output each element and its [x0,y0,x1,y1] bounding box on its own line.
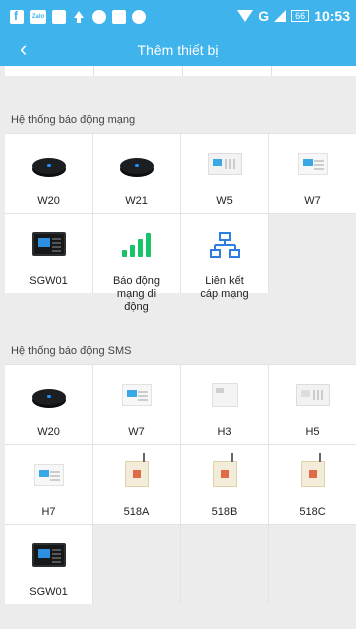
upload-icon [72,10,86,24]
device-tile-h5[interactable]: H5 [269,365,356,444]
empty-slot [269,525,356,604]
device-label: SGW01 [29,275,68,287]
device-label: W20 [37,195,60,207]
device-tile-w7-sms[interactable]: W7 [93,365,180,444]
eye-icon [132,10,146,24]
cell-signal-icon [274,10,287,22]
sms-device-grid: W20 W7 H3 H5 H7 518A 518B 518C SGW01 [5,364,356,604]
device-tile-h7[interactable]: H7 [5,445,92,524]
system-indicators: G 66 10:53 [237,8,350,24]
section-title-sms: Hệ thống báo động SMS [11,345,132,357]
empty-slot [181,525,268,604]
device-label: 518A [123,506,150,518]
facebook-icon [10,9,24,24]
device-label: W20 [37,426,60,438]
device-label: W5 [216,195,233,207]
device-label: Liên kết cáp mạng [200,275,249,300]
device-label: SGW01 [29,586,68,598]
device-tile-sgw01[interactable]: SGW01 [5,214,92,293]
device-tile-518c[interactable]: 518C [269,445,356,524]
panel-h3-icon [211,383,238,407]
status-bar: Zalo G 66 10:53 [0,0,356,34]
page-title: Thêm thiết bị [137,42,219,58]
gsm-box-icon [124,453,149,487]
device-label: H3 [217,426,232,438]
panel-white-icon [207,153,242,175]
zalo-icon: Zalo [30,10,46,24]
hub-icon [119,158,154,174]
device-tile-518a[interactable]: 518A [93,445,180,524]
scrolled-row-remnant [5,66,356,76]
device-label: W7 [304,195,321,207]
empty-slot [269,214,356,293]
device-tile-w5[interactable]: W5 [181,134,268,213]
device-label: W21 [125,195,148,207]
device-label: H7 [41,506,56,518]
app-bar: ‹ Thêm thiết bị [0,34,356,66]
signal-bars-icon [120,231,154,257]
device-tile-h3[interactable]: H3 [181,365,268,444]
hub-icon [31,389,66,405]
device-label: 518C [299,506,326,518]
panel-small-icon [121,384,152,406]
network-type: G [258,8,270,24]
panel-white-icon [295,384,330,406]
messenger-icon [112,10,126,24]
panel-black-icon [31,543,66,567]
network-tree-icon [209,232,240,258]
empty-slot [93,525,180,604]
device-tile-w7[interactable]: W7 [269,134,356,213]
clock: 10:53 [314,8,350,24]
battery-icon: 66 [291,10,310,22]
panel-black-icon [31,232,66,256]
hub-icon [31,158,66,174]
device-tile-w21[interactable]: W21 [93,134,180,213]
gsm-box-icon [212,453,237,487]
image-icon [52,10,66,24]
device-tile-518b[interactable]: 518B [181,445,268,524]
device-tile-network-cable-link[interactable]: Liên kết cáp mạng [181,214,268,300]
notification-icons: Zalo [10,9,146,25]
gsm-box-icon [300,453,325,487]
device-label: 518B [211,506,238,518]
panel-small-icon [33,464,64,486]
device-label: W7 [128,426,145,438]
section-title-network: Hệ thống báo động mạng [11,114,136,126]
wifi-icon [237,10,254,22]
network-device-grid: W20 W21 W5 W7 SGW01 Báo động mạng di độn… [5,133,356,313]
device-tile-w20[interactable]: W20 [5,134,92,213]
device-tile-mobile-network-alarm[interactable]: Báo động mạng di động [93,214,180,313]
chrome-icon [92,10,106,24]
device-tile-sgw01-sms[interactable]: SGW01 [5,525,92,604]
device-label: Báo động mạng di động [112,275,161,313]
device-label: H5 [305,426,320,438]
device-tile-w20-sms[interactable]: W20 [5,365,92,444]
panel-small-icon [297,153,328,175]
